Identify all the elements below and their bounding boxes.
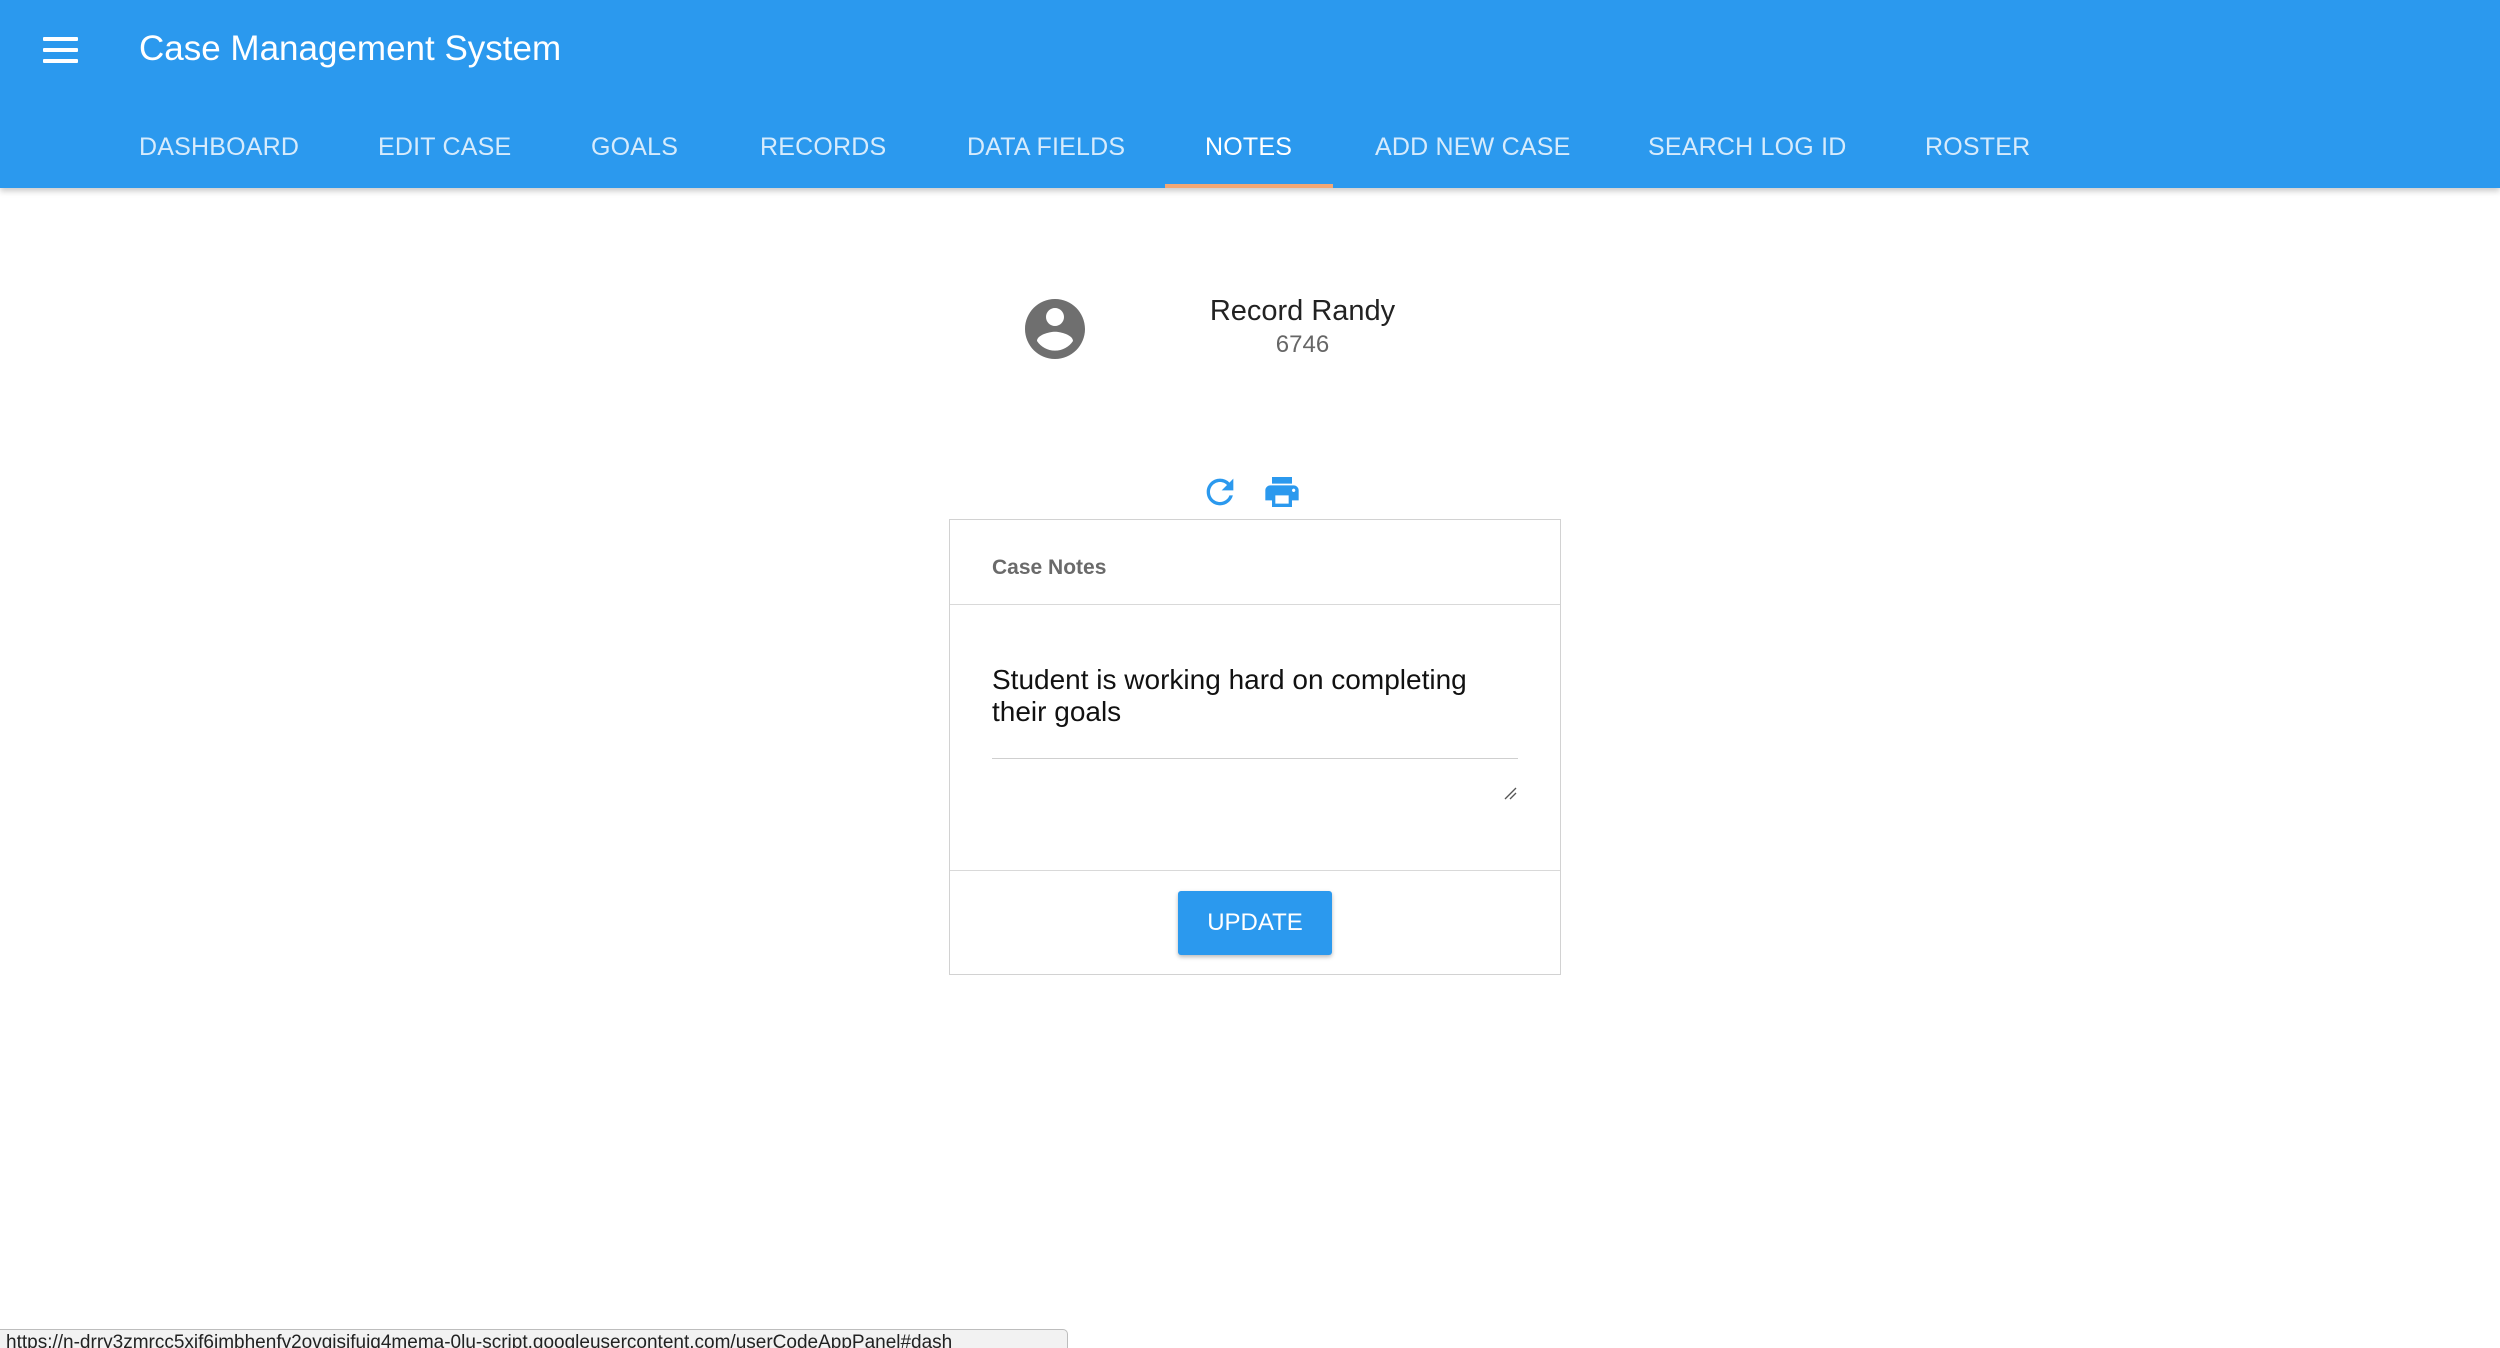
- hamburger-menu-icon[interactable]: [38, 28, 82, 72]
- resize-handle-icon[interactable]: [1503, 786, 1517, 800]
- case-notes-textarea[interactable]: Student is working hard on completing th…: [992, 664, 1518, 759]
- status-bar-url: https://n-drry3zmrcc5xjf6imbhenfy2ovgisi…: [0, 1329, 1068, 1348]
- update-button[interactable]: UPDATE: [1178, 891, 1332, 955]
- card-title: Case Notes: [992, 556, 1107, 579]
- card-footer: UPDATE: [950, 870, 1560, 976]
- case-notes-card: Case Notes Student is working hard on co…: [949, 519, 1561, 975]
- tab-notes[interactable]: NOTES: [1205, 118, 1292, 188]
- tab-data-fields[interactable]: DATA FIELDS: [967, 118, 1125, 188]
- active-tab-indicator: [1165, 184, 1333, 188]
- card-header: Case Notes: [950, 520, 1560, 605]
- app-bar: Case Management System DASHBOARD EDIT CA…: [0, 0, 2500, 188]
- tab-roster[interactable]: ROSTER: [1925, 118, 2030, 188]
- print-icon[interactable]: [1262, 472, 1302, 512]
- account-circle-icon: [1025, 299, 1085, 359]
- app-title: Case Management System: [139, 29, 562, 68]
- nav-tabs: DASHBOARD EDIT CASE GOALS RECORDS DATA F…: [0, 118, 2500, 188]
- tab-goals[interactable]: GOALS: [591, 118, 678, 188]
- record-id: 6746: [1275, 331, 1330, 358]
- tab-dashboard[interactable]: DASHBOARD: [139, 118, 299, 188]
- tab-search-log-id[interactable]: SEARCH LOG ID: [1648, 118, 1846, 188]
- refresh-icon[interactable]: [1200, 472, 1240, 512]
- tab-edit-case[interactable]: EDIT CASE: [378, 118, 511, 188]
- tab-add-new-case[interactable]: ADD NEW CASE: [1375, 118, 1570, 188]
- tab-records[interactable]: RECORDS: [760, 118, 886, 188]
- record-name: Record Randy: [1209, 295, 1396, 327]
